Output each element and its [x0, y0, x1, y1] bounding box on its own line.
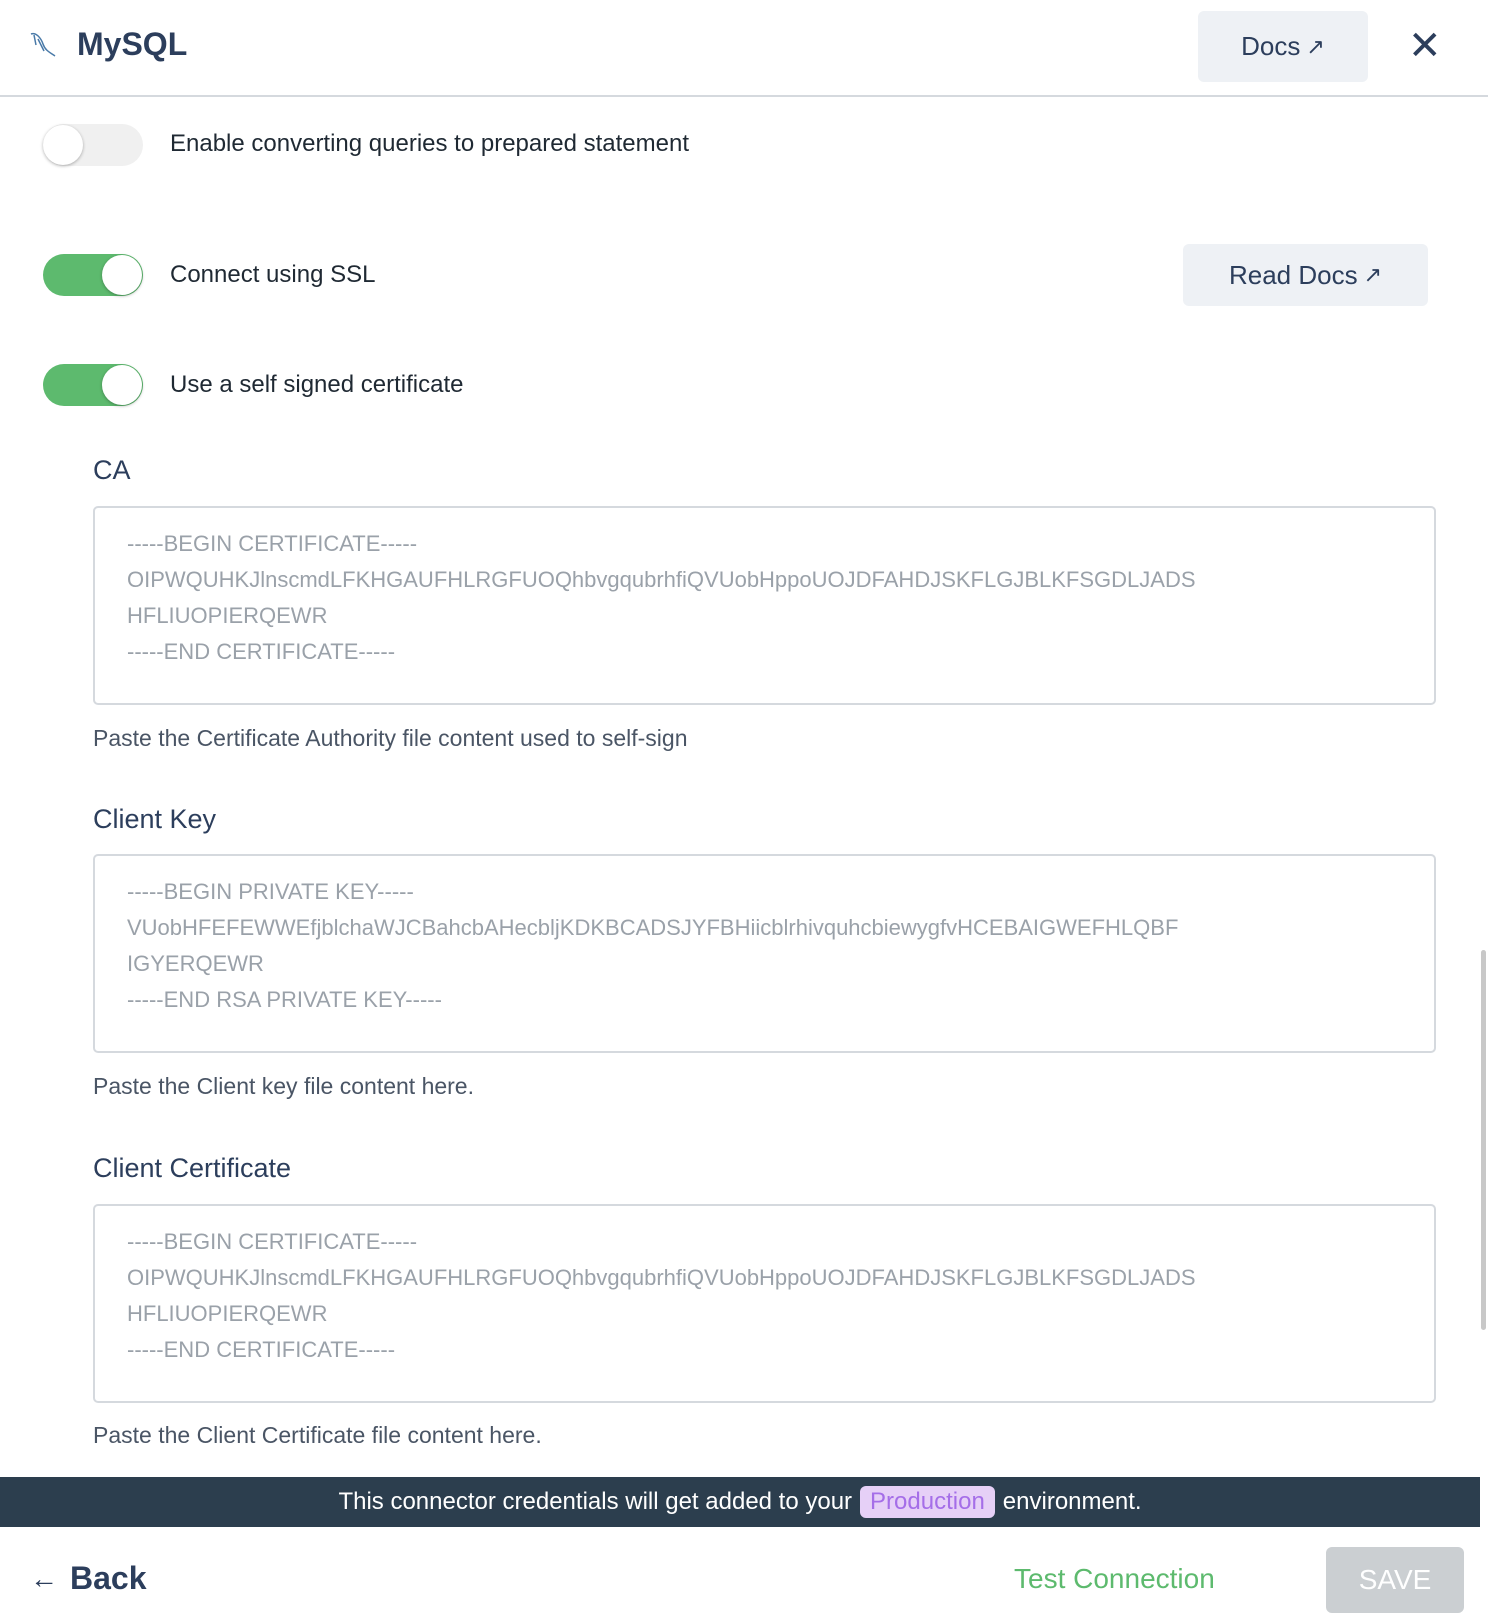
client-cert-help: Paste the Client Certificate file conten… — [93, 1422, 542, 1448]
ca-label: CA — [93, 455, 131, 485]
read-docs-button[interactable]: Read Docs ↗ — [1183, 244, 1428, 306]
page-title: MySQL — [77, 26, 188, 62]
client-key-label: Client Key — [93, 804, 217, 834]
close-icon[interactable]: ✕ — [1408, 26, 1442, 66]
ssl-toggle[interactable] — [43, 254, 143, 296]
docs-label: Docs — [1241, 31, 1301, 61]
toggle-label: Connect using SSL — [170, 261, 376, 288]
ca-help: Paste the Certificate Authority file con… — [93, 725, 688, 751]
prepared-statement-toggle[interactable] — [43, 124, 143, 166]
mysql-logo — [30, 32, 56, 57]
client-cert-textarea[interactable]: -----BEGIN CERTIFICATE----- OIPWQUHKJlns… — [93, 1204, 1436, 1403]
external-link-icon: ↗ — [1306, 33, 1325, 59]
client-key-help: Paste the Client key file content here. — [93, 1073, 474, 1099]
back-button[interactable]: ← Back — [30, 1560, 147, 1597]
toggle-label: Enable converting queries to prepared st… — [170, 130, 689, 157]
save-button[interactable]: SAVE — [1326, 1547, 1464, 1613]
client-key-textarea[interactable]: -----BEGIN PRIVATE KEY----- VUobHFEFEWWE… — [93, 854, 1436, 1053]
environment-badge: Production — [860, 1486, 995, 1518]
banner-text: environment. — [1002, 1488, 1142, 1515]
scrollbar[interactable] — [1481, 950, 1486, 1330]
back-label: Back — [70, 1560, 147, 1596]
environment-banner: This connector credentials will get adde… — [0, 1477, 1480, 1527]
read-docs-label: Read Docs — [1228, 259, 1358, 290]
toggle-label: Use a self signed certificate — [170, 371, 464, 398]
external-link-icon: ↗ — [1363, 262, 1383, 287]
docs-button[interactable]: Docs ↗ — [1198, 11, 1368, 82]
client-cert-label: Client Certificate — [93, 1153, 292, 1183]
banner-text: This connector credentials will get adde… — [338, 1488, 853, 1515]
self-signed-toggle[interactable] — [43, 364, 143, 406]
arrow-left-icon: ← — [30, 1562, 58, 1594]
ca-textarea[interactable]: -----BEGIN CERTIFICATE----- OIPWQUHKJlns… — [93, 506, 1436, 705]
test-connection-button[interactable]: Test Connection — [1014, 1563, 1215, 1595]
